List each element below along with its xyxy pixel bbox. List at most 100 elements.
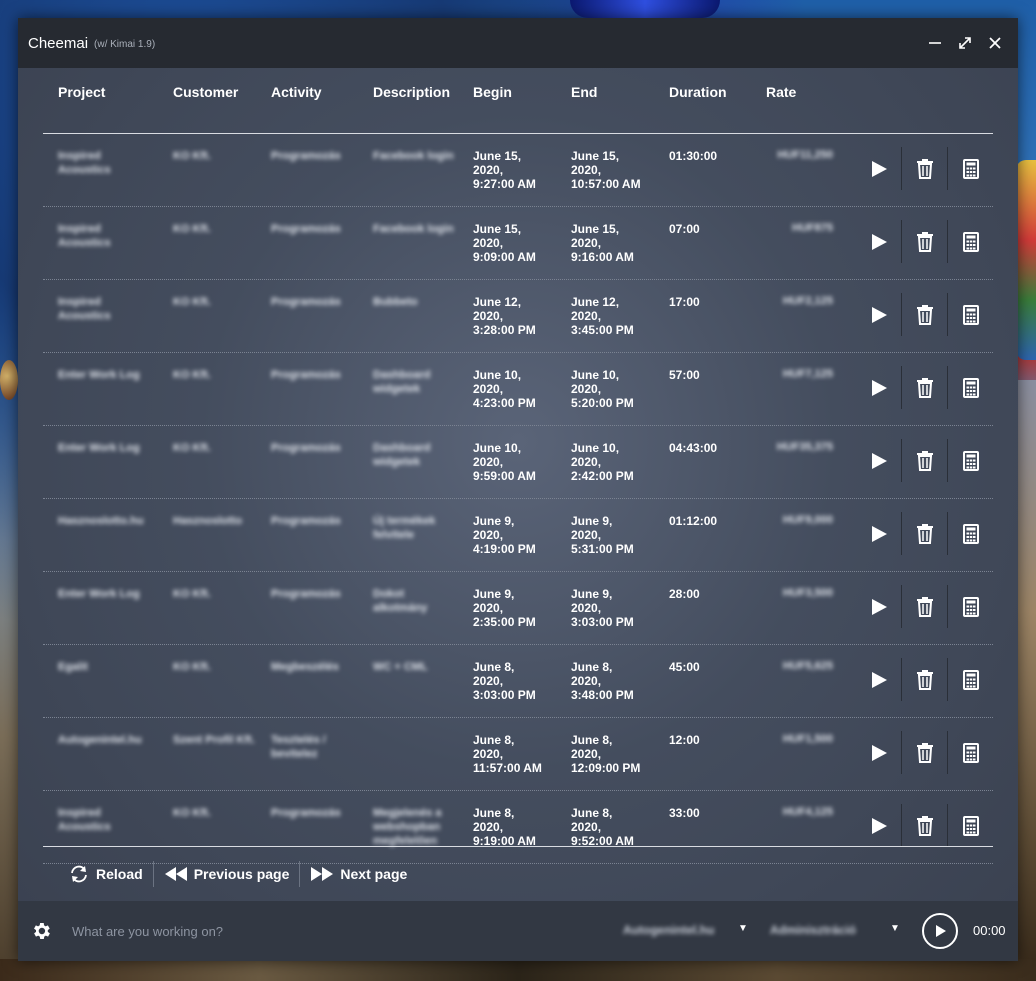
table-row[interactable]: Enter Work Log KO Kft. Programozás Dokot al…: [43, 572, 993, 645]
table-row[interactable]: Enter Work Log KO Kft. Programozás Dashboar…: [43, 353, 993, 426]
trash-icon: [916, 523, 933, 544]
play-icon: [871, 598, 887, 615]
calculate-rate-button[interactable]: [947, 658, 993, 701]
cell-duration: 28:00: [669, 587, 700, 601]
delete-entry-button[interactable]: [901, 731, 947, 774]
project-select-caret-icon[interactable]: ▼: [738, 923, 748, 934]
restart-entry-button[interactable]: [856, 512, 901, 555]
table-row[interactable]: Egalit KO Kft. Megbeszélés WC + CML June 8, …: [43, 645, 993, 718]
table-row[interactable]: Inspired Acoustics KO Kft. Programozás Megj…: [43, 791, 993, 864]
cell-description: Dashboard widgetek: [373, 442, 431, 468]
table-row[interactable]: Autogenintel.hu Szent Profil Kft. Tesztelé…: [43, 718, 993, 791]
reload-button[interactable]: Reload: [58, 861, 153, 887]
restart-entry-button[interactable]: [856, 293, 901, 336]
restart-entry-button[interactable]: [856, 439, 901, 482]
delete-entry-button[interactable]: [901, 293, 947, 336]
calculate-rate-button[interactable]: [947, 731, 993, 774]
cell-project: Inspired Acoustics: [58, 296, 111, 322]
calculate-rate-button[interactable]: [947, 512, 993, 555]
cell-rate: HUF7,125: [782, 368, 833, 380]
minimize-icon: [929, 42, 941, 44]
calculate-rate-button[interactable]: [947, 293, 993, 336]
restart-entry-button[interactable]: [856, 147, 901, 190]
restart-entry-button[interactable]: [856, 220, 901, 263]
cell-activity: Programozás: [271, 369, 341, 381]
cell-end: June 8, 2020, 12:09:00 PM: [571, 733, 641, 775]
close-button[interactable]: [984, 32, 1006, 54]
column-header-activity[interactable]: Activity: [271, 84, 322, 100]
calculate-rate-button[interactable]: [947, 585, 993, 628]
play-icon: [871, 306, 887, 323]
delete-entry-button[interactable]: [901, 220, 947, 263]
play-icon: [936, 925, 946, 937]
delete-entry-button[interactable]: [901, 512, 947, 555]
start-timer-button[interactable]: [922, 913, 958, 949]
column-header-duration[interactable]: Duration: [669, 84, 727, 100]
next-page-button[interactable]: Next page: [299, 861, 417, 887]
calculator-icon: [962, 523, 979, 544]
calculator-icon: [962, 231, 979, 252]
delete-entry-button[interactable]: [901, 804, 947, 847]
window-controls: [924, 32, 1006, 54]
settings-button[interactable]: [28, 918, 54, 944]
background-balloon-top: [570, 0, 720, 18]
calculate-rate-button[interactable]: [947, 439, 993, 482]
column-header-rate[interactable]: Rate: [766, 84, 796, 100]
column-header-description[interactable]: Description: [373, 84, 450, 100]
cell-activity: Tesztelés / bevitelez: [271, 734, 326, 760]
minimize-button[interactable]: [924, 32, 946, 54]
activity-select-caret-icon[interactable]: ▼: [890, 923, 900, 934]
table-row[interactable]: Enter Work Log KO Kft. Programozás Dashboar…: [43, 426, 993, 499]
cell-rate: HUF2,125: [782, 295, 833, 307]
table-row[interactable]: Inspired Acoustics KO Kft. Programozás Bubb…: [43, 280, 993, 353]
delete-entry-button[interactable]: [901, 366, 947, 409]
cell-duration: 45:00: [669, 660, 700, 674]
app-subtitle: (w/ Kimai 1.9): [94, 38, 156, 50]
trash-icon: [916, 450, 933, 471]
cell-end: June 15, 2020, 10:57:00 AM: [571, 149, 641, 191]
table-row[interactable]: Inspired Acoustics KO Kft. Programozás Face…: [43, 207, 993, 280]
table-row[interactable]: Inspired Acoustics KO Kft. Programozás Face…: [43, 134, 993, 207]
restart-entry-button[interactable]: [856, 366, 901, 409]
previous-page-button[interactable]: Previous page: [152, 861, 300, 887]
title-bar[interactable]: Cheemai (w/ Kimai 1.9): [18, 18, 1018, 68]
cell-project: Inspired Acoustics: [58, 223, 111, 249]
delete-entry-button[interactable]: [901, 658, 947, 701]
delete-entry-button[interactable]: [901, 585, 947, 628]
column-header-project[interactable]: Project: [58, 84, 105, 100]
calculate-rate-button[interactable]: [947, 147, 993, 190]
cell-rate: HUF5,625: [782, 660, 833, 672]
pager-toolbar: Reload Previous page Next page: [58, 856, 417, 892]
column-header-customer[interactable]: Customer: [173, 84, 238, 100]
restart-entry-button[interactable]: [856, 804, 901, 847]
cell-begin: June 10, 2020, 4:23:00 PM: [473, 368, 536, 410]
column-header-begin[interactable]: Begin: [473, 84, 512, 100]
cell-rate: HUF9,000: [782, 514, 833, 526]
cell-end: June 8, 2020, 3:48:00 PM: [571, 660, 634, 702]
task-description-input[interactable]: [70, 922, 594, 940]
maximize-button[interactable]: [954, 32, 976, 54]
project-select[interactable]: Autogenintel.hu: [623, 923, 714, 937]
calculator-icon: [962, 669, 979, 690]
cell-project: Autogenintel.hu: [58, 734, 142, 746]
restart-entry-button[interactable]: [856, 585, 901, 628]
table-row[interactable]: Hasznoslotto.hu Hasznoslotto Programozás Új…: [43, 499, 993, 572]
calculate-rate-button[interactable]: [947, 804, 993, 847]
calculator-icon: [962, 158, 979, 179]
cell-duration: 07:00: [669, 222, 700, 236]
restart-entry-button[interactable]: [856, 658, 901, 701]
calculate-rate-button[interactable]: [947, 220, 993, 263]
cell-begin: June 8, 2020, 11:57:00 AM: [473, 733, 542, 775]
timer-display: 00:00: [973, 923, 1006, 938]
restart-entry-button[interactable]: [856, 731, 901, 774]
delete-entry-button[interactable]: [901, 439, 947, 482]
column-header-end[interactable]: End: [571, 84, 597, 100]
row-actions: [856, 804, 993, 847]
activity-select[interactable]: Adminisztráció: [770, 923, 856, 937]
calculate-rate-button[interactable]: [947, 366, 993, 409]
delete-entry-button[interactable]: [901, 147, 947, 190]
cell-begin: June 8, 2020, 3:03:00 PM: [473, 660, 536, 702]
cell-begin: June 8, 2020, 9:19:00 AM: [473, 806, 536, 848]
cell-project: Egalit: [58, 661, 88, 673]
cell-rate: HUF4,125: [782, 806, 833, 818]
